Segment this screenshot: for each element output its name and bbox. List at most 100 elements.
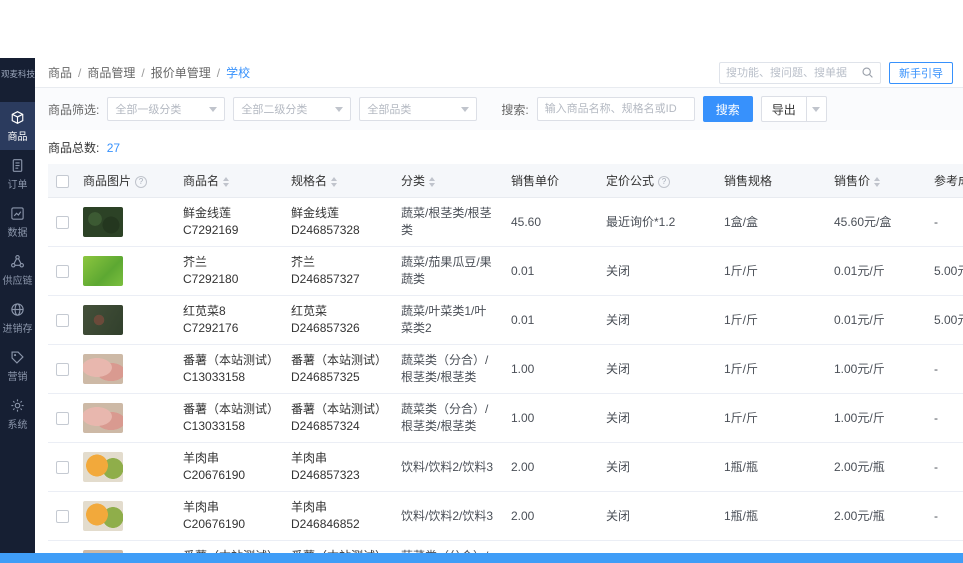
unit-price-cell: 1.00 xyxy=(503,344,598,394)
column-header-label: 商品图片 xyxy=(83,174,132,188)
product-name: 番薯（本站测试） xyxy=(183,353,280,367)
product-image[interactable] xyxy=(83,256,123,286)
product-name: 红苋菜8 xyxy=(183,304,226,318)
product-name: 羊肉串 xyxy=(183,500,220,514)
spec-name: 芥兰 xyxy=(291,255,316,269)
category-cell: 蔬菜/茄果瓜豆/果蔬类 xyxy=(393,246,503,296)
product-image[interactable] xyxy=(83,305,123,335)
help-icon[interactable]: ? xyxy=(658,175,671,188)
spec-name: 羊肉串 xyxy=(291,500,328,514)
sale-spec-cell: 1斤/斤 xyxy=(716,246,826,296)
spec-name-cell: 番薯（本站测试）D246846850 xyxy=(283,540,393,553)
product-name-cell: 番薯（本站测试）C13033158 xyxy=(175,540,283,553)
summary-bar: 商品总数: 27 xyxy=(35,130,963,164)
breadcrumb-item[interactable]: 商品 xyxy=(48,64,72,81)
column-header-label: 商品名 xyxy=(183,174,220,188)
spec-id: D246857324 xyxy=(291,419,360,433)
products-table: 商品图片? 商品名 规格名 分类 销售单价 定价公式? 销售规格 销售价 参考成 鲜金线莲 C72… xyxy=(48,164,963,553)
product-name-cell: 芥兰 C7292180 xyxy=(175,246,283,296)
select-all-checkbox[interactable] xyxy=(56,174,69,188)
ref-cost-cell: - xyxy=(926,540,963,553)
row-checkbox[interactable] xyxy=(56,509,69,523)
unit-price-cell: 1.00 xyxy=(503,393,598,443)
product-image[interactable] xyxy=(83,501,123,531)
product-image[interactable] xyxy=(83,207,123,237)
products-table-wrap: 商品图片? 商品名 规格名 分类 销售单价 定价公式? 销售规格 销售价 参考成 鲜金线莲 C72… xyxy=(48,164,963,553)
spec-id: D246857325 xyxy=(291,370,360,384)
guide-button[interactable]: 新手引导 xyxy=(889,61,953,84)
sidebar: 观麦科技 商品 订单 数据 供应链 进销存 营销 系统 xyxy=(0,58,35,553)
column-header: 定价公式? xyxy=(598,164,716,198)
sidebar-item-label: 进销存 xyxy=(2,324,33,335)
breadcrumb-item[interactable]: 商品管理 xyxy=(87,64,135,81)
sidebar-item-products[interactable]: 商品 xyxy=(0,102,35,150)
spec-name: 番薯（本站测试） xyxy=(291,353,388,367)
column-header-label: 规格名 xyxy=(291,174,328,188)
sort-icon[interactable] xyxy=(429,176,436,187)
sale-spec-cell: 1斤/斤 xyxy=(716,295,826,345)
spec-name: 红苋菜 xyxy=(291,304,328,318)
sort-icon[interactable] xyxy=(874,176,881,187)
column-header-label: 销售单价 xyxy=(511,174,560,188)
search-button[interactable]: 搜索 xyxy=(702,96,753,122)
sidebar-item-label: 商品 xyxy=(7,132,28,143)
row-checkbox[interactable] xyxy=(56,411,69,425)
sidebar-item-supply-chain[interactable]: 供应链 xyxy=(0,246,35,294)
sidebar-item-orders[interactable]: 订单 xyxy=(0,150,35,198)
order-doc-icon xyxy=(10,158,25,173)
ref-cost-cell: - xyxy=(926,393,963,443)
table-row: 羊肉串 C20676190 羊肉串 D246846852 饮料/饮料2/饮料3 2.00 关… xyxy=(48,491,963,541)
product-image[interactable] xyxy=(83,354,123,384)
help-icon[interactable]: ? xyxy=(135,175,148,188)
row-checkbox[interactable] xyxy=(56,313,69,327)
unit-price-cell: 2.00 xyxy=(503,442,598,492)
category-type-select[interactable]: 全部品类 xyxy=(359,97,478,121)
gear-icon xyxy=(10,398,25,413)
sale-spec-cell: 1瓶/瓶 xyxy=(716,442,826,492)
column-header-label: 定价公式 xyxy=(606,174,655,188)
sidebar-item-data[interactable]: 数据 xyxy=(0,198,35,246)
category-level1-select[interactable]: 全部一级分类 xyxy=(107,97,226,121)
product-id: C20676190 xyxy=(183,468,246,482)
row-checkbox[interactable] xyxy=(56,215,69,229)
product-id: C7292176 xyxy=(183,321,239,335)
row-checkbox[interactable] xyxy=(56,264,69,278)
column-header: 规格名 xyxy=(283,164,393,198)
row-checkbox[interactable] xyxy=(56,362,69,376)
row-checkbox[interactable] xyxy=(56,460,69,474)
sidebar-item-marketing[interactable]: 营销 xyxy=(0,342,35,390)
category-cell: 蔬菜类（分合）/根茎类/根茎类 xyxy=(393,344,503,394)
search-icon[interactable] xyxy=(861,66,880,79)
sort-icon[interactable] xyxy=(223,176,230,187)
column-header: 销售单价 xyxy=(503,164,598,198)
sidebar-item-system[interactable]: 系统 xyxy=(0,390,35,438)
sidebar-item-inventory[interactable]: 进销存 xyxy=(0,294,35,342)
sidebar-item-label: 数据 xyxy=(7,228,28,239)
export-dropdown-button[interactable] xyxy=(806,96,827,122)
app-logo: 观麦科技 xyxy=(1,69,36,79)
sale-spec-cell: 1盒/盒 xyxy=(716,197,826,247)
column-header-label: 销售规格 xyxy=(724,174,773,188)
product-name: 鲜金线莲 xyxy=(183,206,232,220)
ref-cost-cell: - xyxy=(926,491,963,541)
product-name-cell: 羊肉串 C20676190 xyxy=(175,442,283,492)
unit-price-cell: 45.60 xyxy=(503,197,598,247)
category-level2-select[interactable]: 全部二级分类 xyxy=(233,97,352,121)
product-image[interactable] xyxy=(83,403,123,433)
filter-label: 商品筛选: xyxy=(48,102,100,117)
product-search-input[interactable] xyxy=(536,97,695,121)
product-id: C7292180 xyxy=(183,272,239,286)
column-header: 销售规格 xyxy=(716,164,826,198)
total-label: 商品总数: xyxy=(48,141,100,155)
table-header-row: 商品图片? 商品名 规格名 分类 销售单价 定价公式? 销售规格 销售价 参考成 xyxy=(48,164,963,198)
spec-name: 羊肉串 xyxy=(291,451,328,465)
spec-id: D246846852 xyxy=(291,517,360,531)
export-button[interactable]: 导出 xyxy=(760,96,807,122)
sort-icon[interactable] xyxy=(331,176,338,187)
product-name: 番薯（本站测试） xyxy=(183,402,280,416)
global-search-input[interactable] xyxy=(720,66,861,79)
ref-cost-cell: - xyxy=(926,197,963,247)
spec-id: D246857323 xyxy=(291,468,360,482)
product-image[interactable] xyxy=(83,452,123,482)
breadcrumb-item[interactable]: 报价单管理 xyxy=(151,64,211,81)
